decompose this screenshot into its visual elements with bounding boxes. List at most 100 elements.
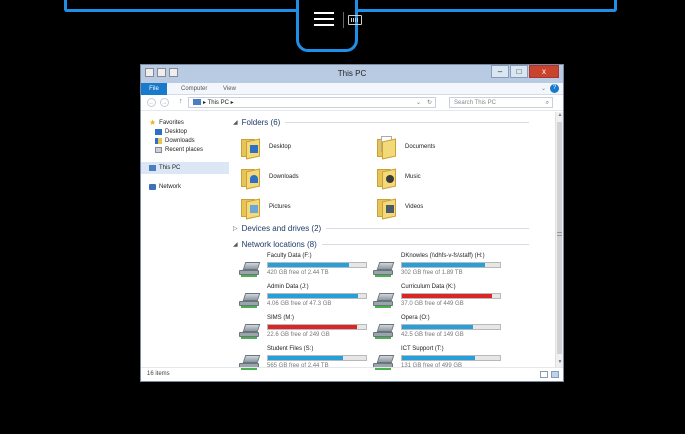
- drive-usage-bar: [267, 262, 367, 268]
- desktop-folder-icon: [241, 136, 261, 160]
- explorer-window: This PC – □ x File Computer View ⌄ ? ← →…: [140, 64, 564, 382]
- minimize-button[interactable]: –: [491, 65, 509, 78]
- address-bar[interactable]: ▸ This PC ▸ ⌄ ↻: [188, 97, 436, 108]
- search-icon[interactable]: ⌕: [546, 98, 549, 108]
- network-drive[interactable]: Faculty Data (F:) 420 GB free of 2.44 TB: [239, 253, 371, 283]
- drive-free-space: 420 GB free of 2.44 TB: [267, 270, 329, 276]
- drive-name: Admin Data (J:): [267, 284, 309, 290]
- network-drive[interactable]: DKnowles (\\dhfs-v-fs\staff) (H:) 302 GB …: [373, 253, 505, 283]
- drive-name: Opera (O:): [401, 315, 430, 321]
- nav-this-pc[interactable]: This PC: [141, 162, 229, 174]
- tab-computer[interactable]: Computer: [175, 83, 213, 95]
- drive-name: DKnowles (\\dhfs-v-fs\staff) (H:): [401, 253, 485, 259]
- group-title: Devices and drives (2): [241, 224, 322, 233]
- network-drive-icon: [373, 324, 395, 339]
- scroll-thumb[interactable]: [557, 122, 562, 354]
- downloads-folder-icon: [241, 166, 261, 190]
- close-button[interactable]: x: [529, 65, 559, 78]
- network-drive[interactable]: Curriculum Data (K:) 37.0 GB free of 449 …: [373, 284, 505, 314]
- pictures-folder-icon: [241, 196, 261, 220]
- item-count: 16 items: [147, 371, 170, 377]
- drive-usage-bar: [267, 293, 367, 299]
- title-bar[interactable]: This PC – □ x: [141, 65, 563, 83]
- expand-ribbon-icon[interactable]: ⌄: [541, 85, 546, 92]
- network-drive[interactable]: Opera (O:) 42.5 GB free of 149 GB: [373, 315, 505, 345]
- group-header-network-locations[interactable]: ◢ Network locations (8): [233, 240, 529, 249]
- breadcrumb-location[interactable]: This PC: [208, 100, 229, 106]
- desktop-icon: [155, 128, 162, 135]
- nav-this-pc-label: This PC: [159, 165, 181, 171]
- network-drive[interactable]: Admin Data (J:) 4.06 GB free of 47.3 GB: [239, 284, 371, 314]
- folder-pictures[interactable]: Pictures: [241, 194, 371, 220]
- hamburger-icon[interactable]: [314, 12, 334, 26]
- remote-bar-separator: [343, 12, 344, 28]
- group-title: Folders (6): [241, 118, 281, 127]
- scroll-grip-icon: [557, 232, 562, 236]
- back-button[interactable]: ←: [147, 98, 156, 107]
- this-pc-icon: [193, 99, 201, 105]
- nav-recent-places[interactable]: Recent places: [141, 145, 229, 154]
- remote-bar-handle[interactable]: [296, 0, 358, 52]
- drive-usage-fill: [402, 356, 475, 360]
- search-input[interactable]: Search This PC ⌕: [449, 97, 553, 108]
- network-icon: [149, 183, 156, 190]
- drive-name: Student Files (S:): [267, 346, 314, 352]
- chevron-down-icon[interactable]: ⌄: [416, 98, 421, 108]
- network-drive[interactable]: SIMS (M:) 22.6 GB free of 249 GB: [239, 315, 371, 345]
- folder-name: Desktop: [269, 144, 292, 150]
- ribbon-tabs: File Computer View ⌄ ?: [141, 83, 563, 95]
- nav-recent-places-label: Recent places: [165, 146, 204, 153]
- folder-music[interactable]: Music: [377, 164, 507, 190]
- drive-usage-fill: [268, 325, 358, 329]
- folder-videos[interactable]: Videos: [377, 194, 507, 220]
- drive-free-space: 4.06 GB free of 47.3 GB: [267, 301, 332, 307]
- nav-network[interactable]: Network: [141, 182, 229, 191]
- drive-usage-bar: [267, 355, 367, 361]
- scroll-up-icon[interactable]: ▲: [556, 112, 564, 120]
- group-header-devices[interactable]: ▷ Devices and drives (2): [233, 224, 529, 233]
- nav-favorites[interactable]: ★ Favorites: [141, 118, 229, 127]
- navigation-pane: ★ Favorites Desktop Downloads Recent pla…: [141, 112, 229, 367]
- breadcrumb-separator: ▸: [230, 100, 234, 106]
- maximize-button[interactable]: □: [510, 65, 528, 78]
- keyboard-icon[interactable]: [348, 15, 362, 25]
- folder-name: Pictures: [269, 204, 291, 210]
- nav-favorites-label: Favorites: [159, 119, 184, 126]
- star-icon: ★: [149, 118, 157, 127]
- folder-desktop[interactable]: Desktop: [241, 134, 371, 160]
- network-drive-icon: [239, 324, 261, 339]
- music-folder-icon: [377, 166, 397, 190]
- vertical-scrollbar[interactable]: ▲ ▼: [555, 112, 563, 367]
- drive-usage-fill: [268, 356, 344, 360]
- drive-name: ICT Support (T:): [401, 346, 444, 352]
- tab-view[interactable]: View: [217, 83, 242, 95]
- documents-folder-icon: [377, 136, 397, 160]
- up-button[interactable]: ↑: [179, 98, 183, 105]
- folder-documents[interactable]: Documents: [377, 134, 507, 160]
- videos-folder-icon: [377, 196, 397, 220]
- details-view-icon[interactable]: [540, 371, 548, 378]
- help-icon[interactable]: ?: [550, 84, 559, 93]
- downloads-icon: [155, 137, 162, 144]
- folder-name: Music: [405, 174, 421, 180]
- drive-free-space: 22.6 GB free of 249 GB: [267, 332, 330, 338]
- nav-desktop-label: Desktop: [165, 128, 188, 135]
- tab-file[interactable]: File: [141, 83, 167, 95]
- folder-name: Videos: [405, 204, 424, 210]
- nav-downloads-label: Downloads: [165, 137, 195, 144]
- address-row: ← → ↑ ▸ This PC ▸ ⌄ ↻ Search This PC ⌕: [141, 95, 563, 111]
- drive-free-space: 42.5 GB free of 149 GB: [401, 332, 464, 338]
- collapse-arrow-icon: ◢: [233, 242, 238, 248]
- drive-usage-bar: [401, 355, 501, 361]
- drive-usage-bar: [401, 262, 501, 268]
- refresh-icon[interactable]: ↻: [427, 98, 432, 108]
- nav-downloads[interactable]: Downloads: [141, 136, 229, 145]
- folder-downloads[interactable]: Downloads: [241, 164, 371, 190]
- large-icons-view-icon[interactable]: [551, 371, 559, 378]
- forward-button[interactable]: →: [160, 98, 169, 107]
- drive-name: SIMS (M:): [267, 315, 294, 321]
- drive-free-space: 302 GB free of 1.89 TB: [401, 270, 463, 276]
- scroll-down-icon[interactable]: ▼: [556, 359, 564, 367]
- group-header-folders[interactable]: ◢ Folders (6): [233, 118, 529, 127]
- nav-desktop[interactable]: Desktop: [141, 127, 229, 136]
